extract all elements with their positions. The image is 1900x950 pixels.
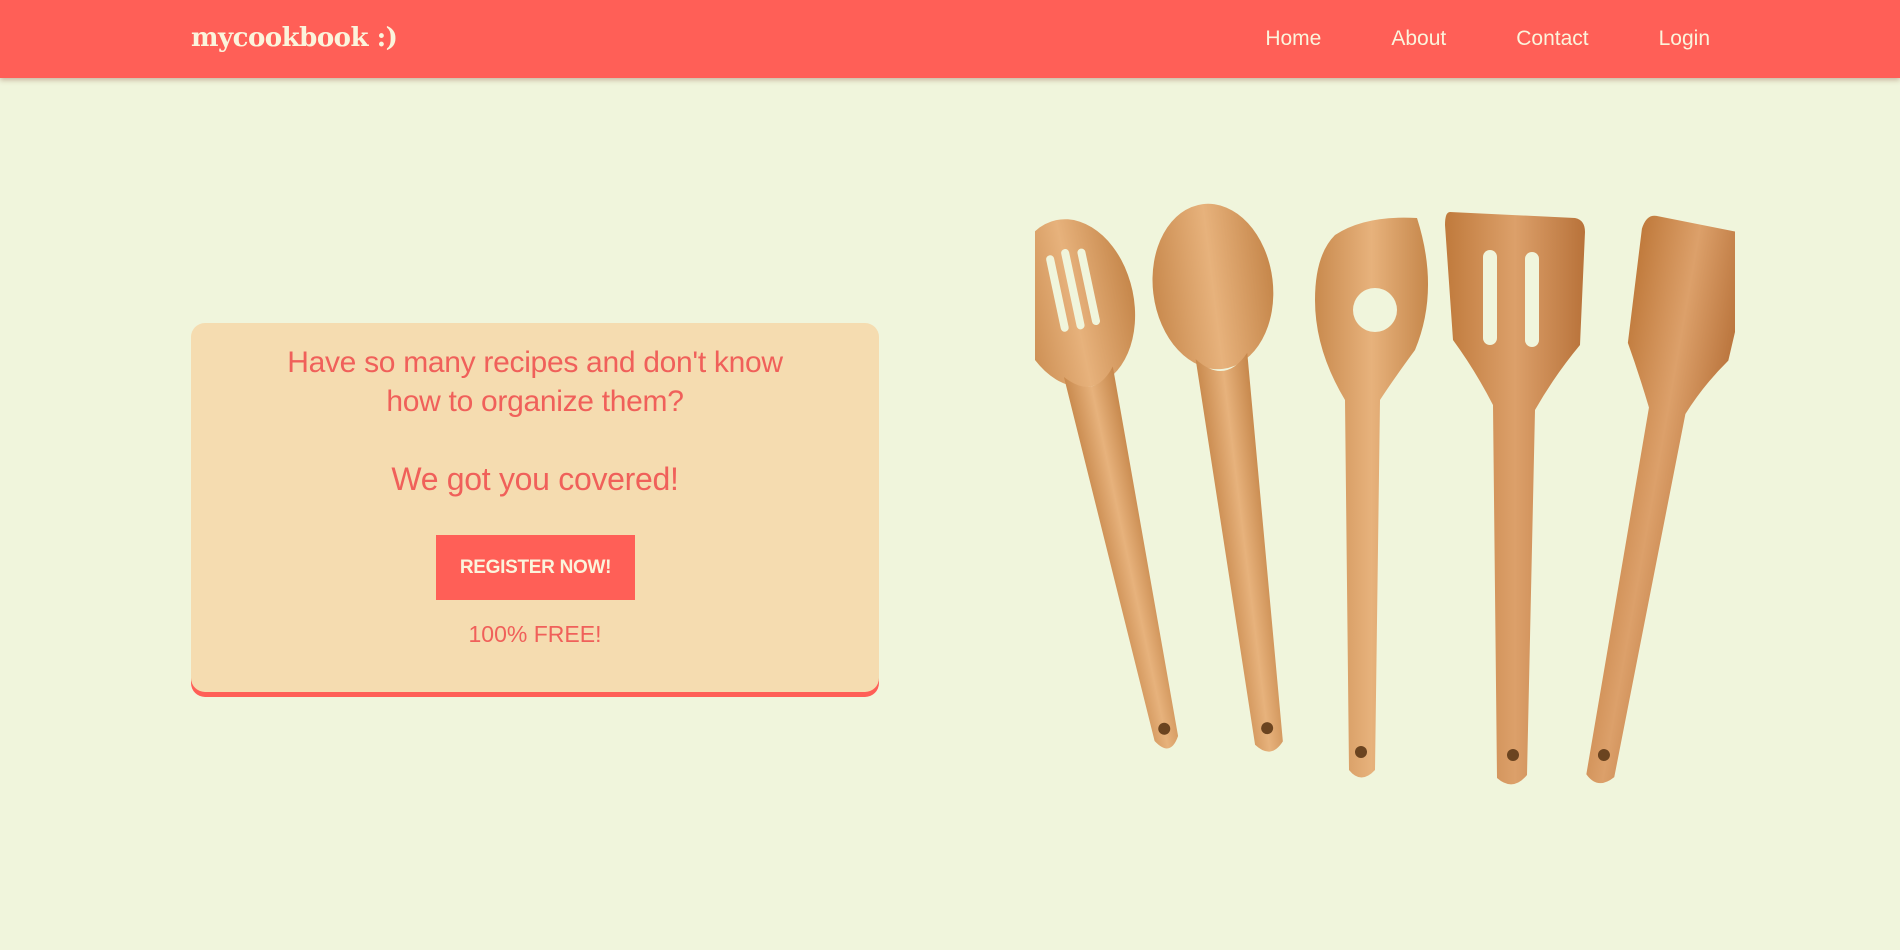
- nav-link-contact[interactable]: Contact: [1516, 27, 1588, 51]
- holed-spoon: [1315, 217, 1429, 778]
- hero-question-line1: Have so many recipes and don't know: [287, 346, 783, 379]
- site-logo[interactable]: mycookbook :): [191, 18, 398, 58]
- hero-question-line2: how to organize them?: [386, 385, 684, 418]
- free-note: 100% FREE!: [468, 621, 602, 647]
- nav-link-about[interactable]: About: [1391, 27, 1446, 51]
- nav-menu: Home About Contact Login: [1195, 0, 1710, 78]
- nav-link-home[interactable]: Home: [1265, 27, 1321, 51]
- nav-link-login[interactable]: Login: [1659, 27, 1710, 51]
- hero-tagline: We got you covered!: [391, 461, 679, 497]
- hero-card: Have so many recipes and don't know how …: [191, 323, 879, 692]
- hero-question: Have so many recipes and don't know how …: [191, 343, 879, 421]
- slotted-spatula: [1445, 212, 1585, 785]
- wooden-utensils-icon: [1035, 203, 1735, 785]
- solid-spoon: [1152, 203, 1283, 752]
- navbar: mycookbook :) Home About Contact Login: [0, 0, 1900, 78]
- register-button[interactable]: REGISTER NOW!: [436, 535, 635, 600]
